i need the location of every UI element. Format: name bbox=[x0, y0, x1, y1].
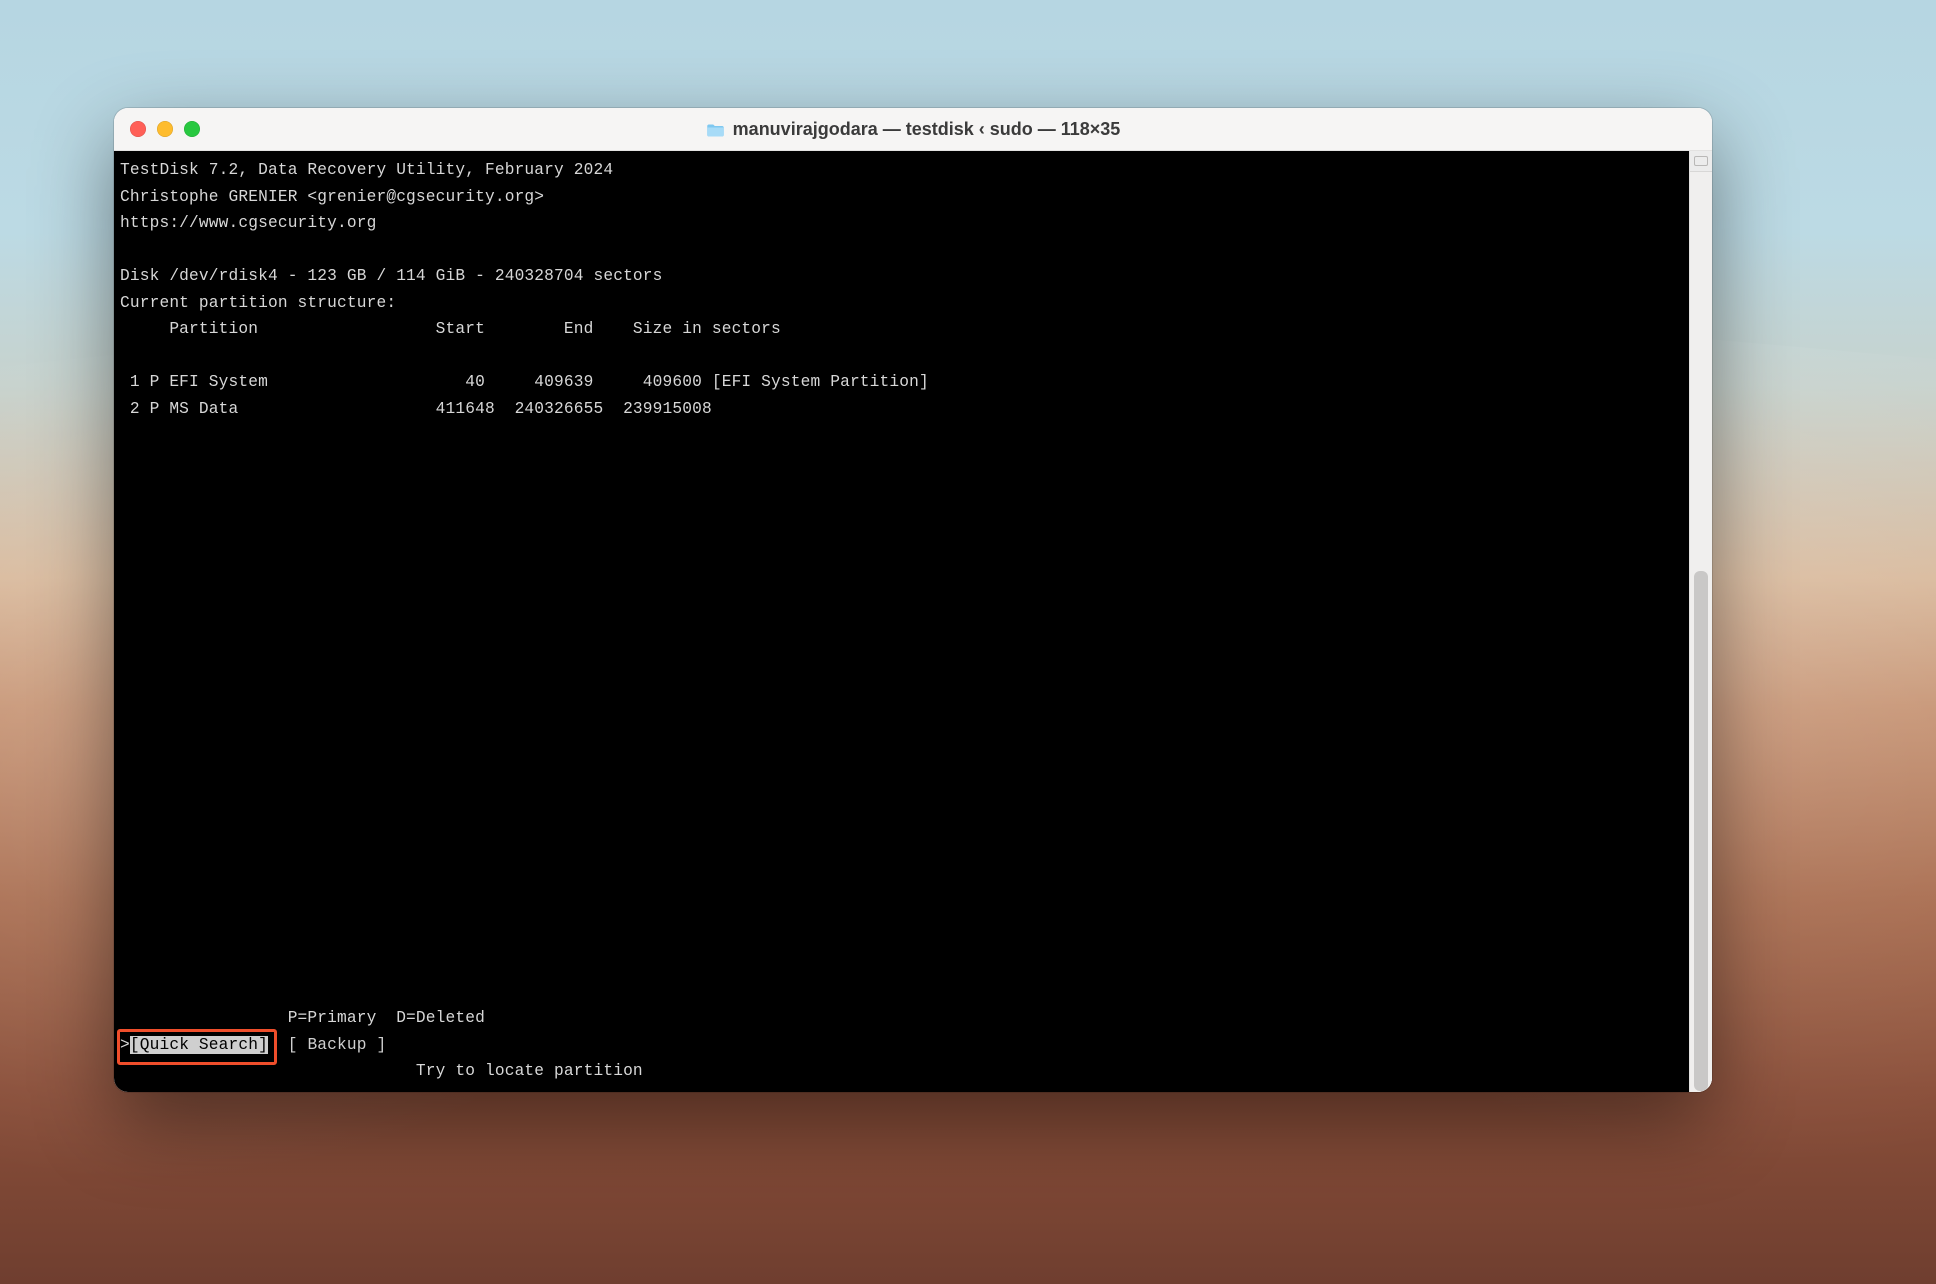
blank-line bbox=[120, 979, 1690, 1006]
blank-line bbox=[120, 687, 1690, 714]
window-title-text: manuvirajgodara — testdisk ‹ sudo — 118×… bbox=[733, 119, 1121, 140]
traffic-lights bbox=[114, 121, 200, 137]
folder-icon bbox=[706, 122, 725, 137]
menu-line[interactable]: >[Quick Search] [ Backup ] bbox=[120, 1032, 1690, 1059]
zoom-button[interactable] bbox=[184, 121, 200, 137]
window-title: manuvirajgodara — testdisk ‹ sudo — 118×… bbox=[114, 119, 1712, 140]
partition-row-2: 2 P MS Data 411648 240326655 239915008 bbox=[120, 396, 1690, 423]
desktop-background: manuvirajgodara — testdisk ‹ sudo — 118×… bbox=[0, 0, 1936, 1284]
scroll-thumb[interactable] bbox=[1694, 571, 1708, 1091]
blank-line bbox=[120, 449, 1690, 476]
hint-line: Try to locate partition bbox=[120, 1058, 1690, 1085]
blank-line bbox=[120, 608, 1690, 635]
blank-line bbox=[120, 820, 1690, 847]
blank-line bbox=[120, 952, 1690, 979]
scrollbar[interactable] bbox=[1689, 151, 1712, 1092]
blank-line bbox=[120, 899, 1690, 926]
blank-line bbox=[120, 343, 1690, 370]
scroll-up-button[interactable] bbox=[1690, 151, 1712, 172]
app-version-line: TestDisk 7.2, Data Recovery Utility, Feb… bbox=[120, 157, 1690, 184]
minimize-button[interactable] bbox=[157, 121, 173, 137]
blank-line bbox=[120, 926, 1690, 953]
disk-line: Disk /dev/rdisk4 - 123 GB / 114 GiB - 24… bbox=[120, 263, 1690, 290]
close-button[interactable] bbox=[130, 121, 146, 137]
blank-line bbox=[120, 873, 1690, 900]
quick-search-menu-item[interactable]: [Quick Search] bbox=[130, 1036, 268, 1054]
blank-line bbox=[120, 661, 1690, 688]
blank-line bbox=[120, 475, 1690, 502]
blank-line bbox=[120, 422, 1690, 449]
titlebar[interactable]: manuvirajgodara — testdisk ‹ sudo — 118×… bbox=[114, 108, 1712, 151]
blank-line bbox=[120, 714, 1690, 741]
structure-header: Current partition structure: bbox=[120, 290, 1690, 317]
terminal-area: TestDisk 7.2, Data Recovery Utility, Feb… bbox=[114, 151, 1712, 1092]
blank-line bbox=[120, 793, 1690, 820]
blank-line bbox=[120, 555, 1690, 582]
blank-line bbox=[120, 237, 1690, 264]
terminal-window: manuvirajgodara — testdisk ‹ sudo — 118×… bbox=[114, 108, 1712, 1092]
blank-line bbox=[120, 502, 1690, 529]
blank-line bbox=[120, 846, 1690, 873]
blank-line bbox=[120, 528, 1690, 555]
columns-header: Partition Start End Size in sectors bbox=[120, 316, 1690, 343]
terminal-content[interactable]: TestDisk 7.2, Data Recovery Utility, Feb… bbox=[114, 151, 1690, 1092]
url-line: https://www.cgsecurity.org bbox=[120, 210, 1690, 237]
blank-line bbox=[120, 767, 1690, 794]
blank-line bbox=[120, 634, 1690, 661]
partition-row-1: 1 P EFI System 40 409639 409600 [EFI Sys… bbox=[120, 369, 1690, 396]
legend-line: P=Primary D=Deleted bbox=[120, 1005, 1690, 1032]
backup-menu-item[interactable]: [ Backup ] bbox=[288, 1036, 387, 1054]
author-line: Christophe GRENIER <grenier@cgsecurity.o… bbox=[120, 184, 1690, 211]
blank-line bbox=[120, 581, 1690, 608]
blank-line bbox=[120, 740, 1690, 767]
